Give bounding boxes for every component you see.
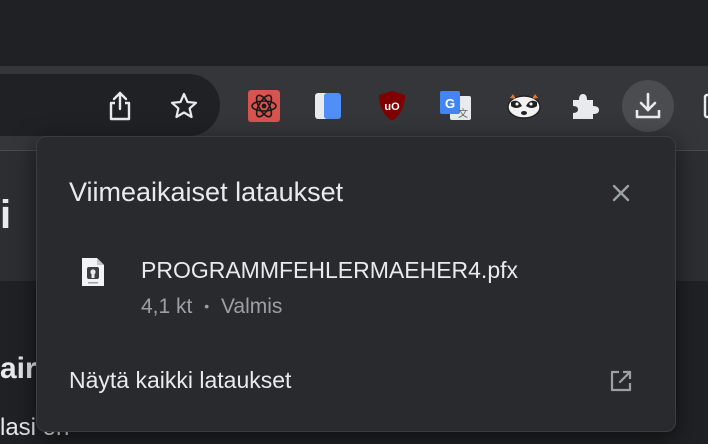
share-icon (109, 91, 131, 121)
side-panel-button[interactable] (690, 80, 708, 132)
download-status-text: Valmis (220, 295, 283, 318)
react-devtools-extension-icon (248, 90, 280, 122)
ublock-origin-extension-button[interactable]: uO (366, 80, 418, 132)
ublock-origin-extension-icon: uO (379, 91, 405, 121)
clipboard-extension-icon (315, 93, 341, 119)
page-text-fragment: air (0, 352, 37, 385)
svg-text:uO: uO (384, 101, 400, 113)
download-size: 4,1 kt (141, 295, 193, 318)
open-downloads-page-button[interactable] (607, 367, 635, 395)
extensions-puzzle-icon (573, 94, 599, 119)
tab-strip (0, 0, 708, 66)
side-panel-icon (703, 93, 708, 119)
google-translate-extension-icon: G 文 (440, 91, 471, 120)
google-translate-extension-button[interactable]: G 文 (430, 80, 482, 132)
clipboard-extension-button[interactable] (302, 80, 354, 132)
download-status: 4,1 kt • Valmis (141, 295, 282, 319)
share-button[interactable] (94, 80, 146, 132)
download-button[interactable] (622, 80, 674, 132)
close-button[interactable] (603, 175, 639, 211)
react-devtools-extension-button[interactable] (238, 80, 290, 132)
svg-text:文: 文 (458, 107, 468, 120)
bookmark-star-icon (170, 92, 198, 119)
external-link-icon (610, 370, 632, 392)
status-separator: • (204, 298, 210, 314)
svg-text:G: G (445, 96, 455, 111)
show-all-downloads-link[interactable]: Näytä kaikki lataukset (69, 367, 291, 394)
download-icon (635, 92, 661, 119)
extensions-button[interactable] (558, 80, 610, 132)
download-file-name[interactable]: PROGRAMMFEHLERMAEHER4.pfx (141, 257, 518, 284)
privacy-badger-extension-button[interactable] (498, 80, 550, 132)
bookmark-button[interactable] (158, 80, 210, 132)
privacy-badger-extension-icon (507, 94, 541, 119)
page-text-fragment: i (0, 193, 12, 237)
popup-title: Viimeaikaiset lataukset (69, 177, 344, 207)
close-icon (612, 184, 630, 202)
file-type-icon (81, 257, 105, 287)
downloads-popup: Viimeaikaiset lataukset PROGRAMMFEHLERMA… (36, 136, 676, 432)
